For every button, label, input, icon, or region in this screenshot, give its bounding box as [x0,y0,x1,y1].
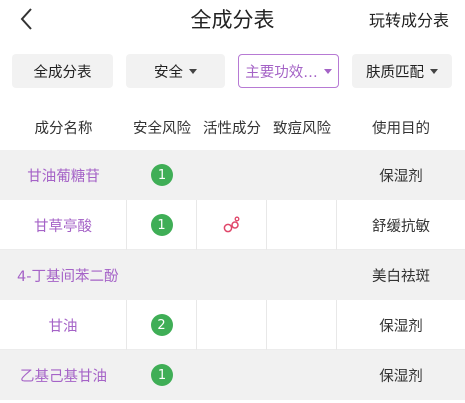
column-header-active: 活性成分 [203,120,261,137]
safety-cell: 1 [127,150,197,200]
caret-down-icon [189,68,197,74]
caret-down-icon [323,68,332,74]
safety-badge: 2 [150,314,173,336]
filter-label: 安全 [154,64,183,81]
safety-badge: 1 [151,164,173,186]
table-row[interactable]: 甘油葡糖苷 1 保湿剂 [0,150,465,200]
filter-efficacy-dropdown[interactable]: 主要功效… [238,54,339,88]
table-row[interactable]: 4-丁基间苯二酚 美白祛斑 [0,250,465,300]
ingredient-name[interactable]: 甘油葡糖苷 [0,150,127,200]
ingredient-name[interactable]: 甘草亭酸 [0,200,127,250]
column-header-safety: 安全风险 [133,120,191,137]
ingredient-table: 甘油葡糖苷 1 保湿剂 甘草亭酸 1 舒缓抗敏 4-丁基间苯二酚 美白祛斑 甘油… [0,150,465,400]
guide-link[interactable]: 玩转成分表 [369,7,449,31]
page-title: 全成分表 [190,8,275,32]
column-header-purpose: 使用目的 [372,120,430,137]
column-header-name: 成分名称 [34,120,93,137]
header-bar: 全成分表 玩转成分表 [0,0,465,40]
ingredient-name[interactable]: 4-丁基间苯二酚 [0,250,250,300]
safety-badge: 1 [151,364,173,386]
table-row[interactable]: 乙基己基甘油 1 保湿剂 [0,350,465,400]
filter-full-list-button[interactable]: 全成分表 [12,54,113,88]
table-header: 成分名称 安全风险 活性成分 致痘风险 使用目的 [0,104,465,150]
acne-cell [267,200,337,250]
ingredient-name[interactable]: 甘油 [0,300,127,350]
acne-cell [267,300,337,350]
table-row[interactable]: 甘草亭酸 1 舒缓抗敏 [0,200,465,250]
active-cell [197,300,267,350]
filter-skin-type-dropdown[interactable]: 肤质匹配 [352,54,452,88]
safety-badge: 1 [150,214,173,236]
filter-bar: 全成分表 安全 主要功效… 肤质匹配 [0,54,465,90]
caret-down-icon [430,68,438,74]
safety-cell: 1 [127,350,197,400]
ingredient-name[interactable]: 乙基己基甘油 [0,350,127,400]
purpose-cell: 保湿剂 [379,168,423,185]
chevron-left-icon [20,8,32,30]
safety-cell: 2 [127,300,197,350]
table-row[interactable]: 甘油 2 保湿剂 [0,300,465,350]
purpose-cell: 保湿剂 [379,368,423,385]
safety-cell: 1 [127,200,197,250]
purpose-cell: 美白祛斑 [372,268,430,285]
back-button[interactable] [14,6,38,32]
filter-safety-dropdown[interactable]: 安全 [126,54,225,88]
purpose-cell: 舒缓抗敏 [372,218,430,235]
molecule-icon [223,216,239,233]
purpose-cell: 保湿剂 [379,318,423,335]
active-cell [197,200,267,250]
column-header-acne: 致痘风险 [273,120,331,137]
filter-label: 主要功效… [245,64,318,81]
filter-label: 肤质匹配 [366,64,424,81]
filter-label: 全成分表 [33,64,92,81]
